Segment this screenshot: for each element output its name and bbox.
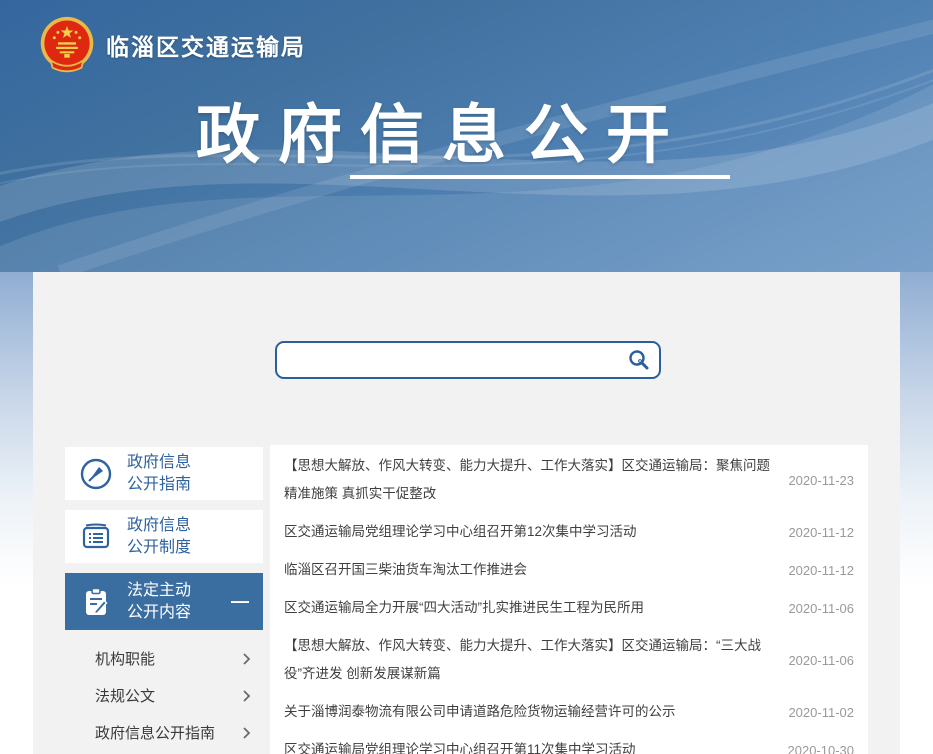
news-title-link[interactable]: 【思想大解放、作风大转变、能力大提升、工作大落实】区交通运输局：聚焦问题 精准施… <box>284 452 786 508</box>
sidebar-submenu: 机构职能 法规公文 政府信息公开指南 规划计划 <box>65 640 263 754</box>
submenu-item-regulations[interactable]: 法规公文 <box>65 677 263 714</box>
news-item: 区交通运输局党组理论学习中心组召开第12次集中学习活动 2020-11-12 <box>284 513 854 551</box>
news-date: 2020-11-12 <box>788 525 854 540</box>
search-icon <box>627 348 651 372</box>
chevron-right-icon <box>242 689 251 703</box>
sidebar-item-label: 政府信息 公开制度 <box>127 515 191 559</box>
sidebar-item-public-info-guide[interactable]: 政府信息 公开指南 <box>65 447 263 500</box>
submenu-item-agency-functions[interactable]: 机构职能 <box>65 640 263 677</box>
banner: 临淄区交通运输局 政府信息公开 <box>0 0 933 272</box>
clipboard-pen-icon <box>77 583 115 621</box>
search-button[interactable] <box>619 343 659 377</box>
submenu-item-public-info-guide[interactable]: 政府信息公开指南 <box>65 714 263 751</box>
news-title-link[interactable]: 关于淄博润泰物流有限公司申请道路危险货物运输经营许可的公示 <box>284 698 786 726</box>
chevron-right-icon <box>242 726 251 740</box>
news-item: 【思想大解放、作风大转变、能力大提升、工作大落实】区交通运输局：“三大战役”齐进… <box>284 627 854 693</box>
title-underline <box>350 175 730 179</box>
sidebar-item-label: 政府信息 公开指南 <box>127 452 191 496</box>
news-title-link[interactable]: 区交通运输局党组理论学习中心组召开第11次集中学习活动 <box>284 736 786 754</box>
news-item: 区交通运输局党组理论学习中心组召开第11次集中学习活动 2020-10-30 <box>284 731 854 754</box>
news-list: 【思想大解放、作风大转变、能力大提升、工作大落实】区交通运输局：聚焦问题 精准施… <box>270 445 868 754</box>
sidebar-item-label: 法定主动 公开内容 <box>127 580 191 624</box>
news-date: 2020-10-30 <box>788 743 855 754</box>
news-item: 关于淄博润泰物流有限公司申请道路危险货物运输经营许可的公示 2020-11-02 <box>284 693 854 731</box>
news-date: 2020-11-02 <box>788 705 854 720</box>
sidebar: 政府信息 公开指南 政府信息 公开制度 <box>65 447 263 754</box>
sidebar-item-statutory-disclosure[interactable]: 法定主动 公开内容 — <box>65 573 263 630</box>
news-item: 临淄区召开国三柴油货车淘汰工作推进会 2020-11-12 <box>284 551 854 589</box>
news-title-link[interactable]: 区交通运输局全力开展“四大活动”扎实推进民生工程为民所用 <box>284 594 786 622</box>
news-date: 2020-11-12 <box>788 563 854 578</box>
news-item: 【思想大解放、作风大转变、能力大提升、工作大落实】区交通运输局：聚焦问题 精准施… <box>284 447 854 513</box>
news-title-link[interactable]: 临淄区召开国三柴油货车淘汰工作推进会 <box>284 556 786 584</box>
news-date: 2020-11-06 <box>788 653 854 668</box>
news-item: 区交通运输局全力开展“四大活动”扎实推进民生工程为民所用 2020-11-06 <box>284 589 854 627</box>
brand: 临淄区交通运输局 <box>38 15 306 75</box>
page: 临淄区交通运输局 政府信息公开 政府信 <box>0 0 933 754</box>
national-emblem-icon <box>38 15 96 75</box>
chevron-right-icon <box>242 652 251 666</box>
news-date: 2020-11-06 <box>788 601 854 616</box>
news-title-link[interactable]: 【思想大解放、作风大转变、能力大提升、工作大落实】区交通运输局：“三大战役”齐进… <box>284 632 786 688</box>
search-input[interactable] <box>277 343 619 377</box>
collapse-minus-icon[interactable]: — <box>231 591 253 612</box>
document-icon <box>77 518 115 556</box>
page-title: 政府信息公开 <box>196 84 688 176</box>
site-name: 临淄区交通运输局 <box>106 28 306 62</box>
compass-icon <box>77 455 115 493</box>
search-bar <box>275 341 661 379</box>
news-title-link[interactable]: 区交通运输局党组理论学习中心组召开第12次集中学习活动 <box>284 518 786 546</box>
news-date: 2020-11-23 <box>788 473 854 488</box>
sidebar-item-public-info-system[interactable]: 政府信息 公开制度 <box>65 510 263 563</box>
